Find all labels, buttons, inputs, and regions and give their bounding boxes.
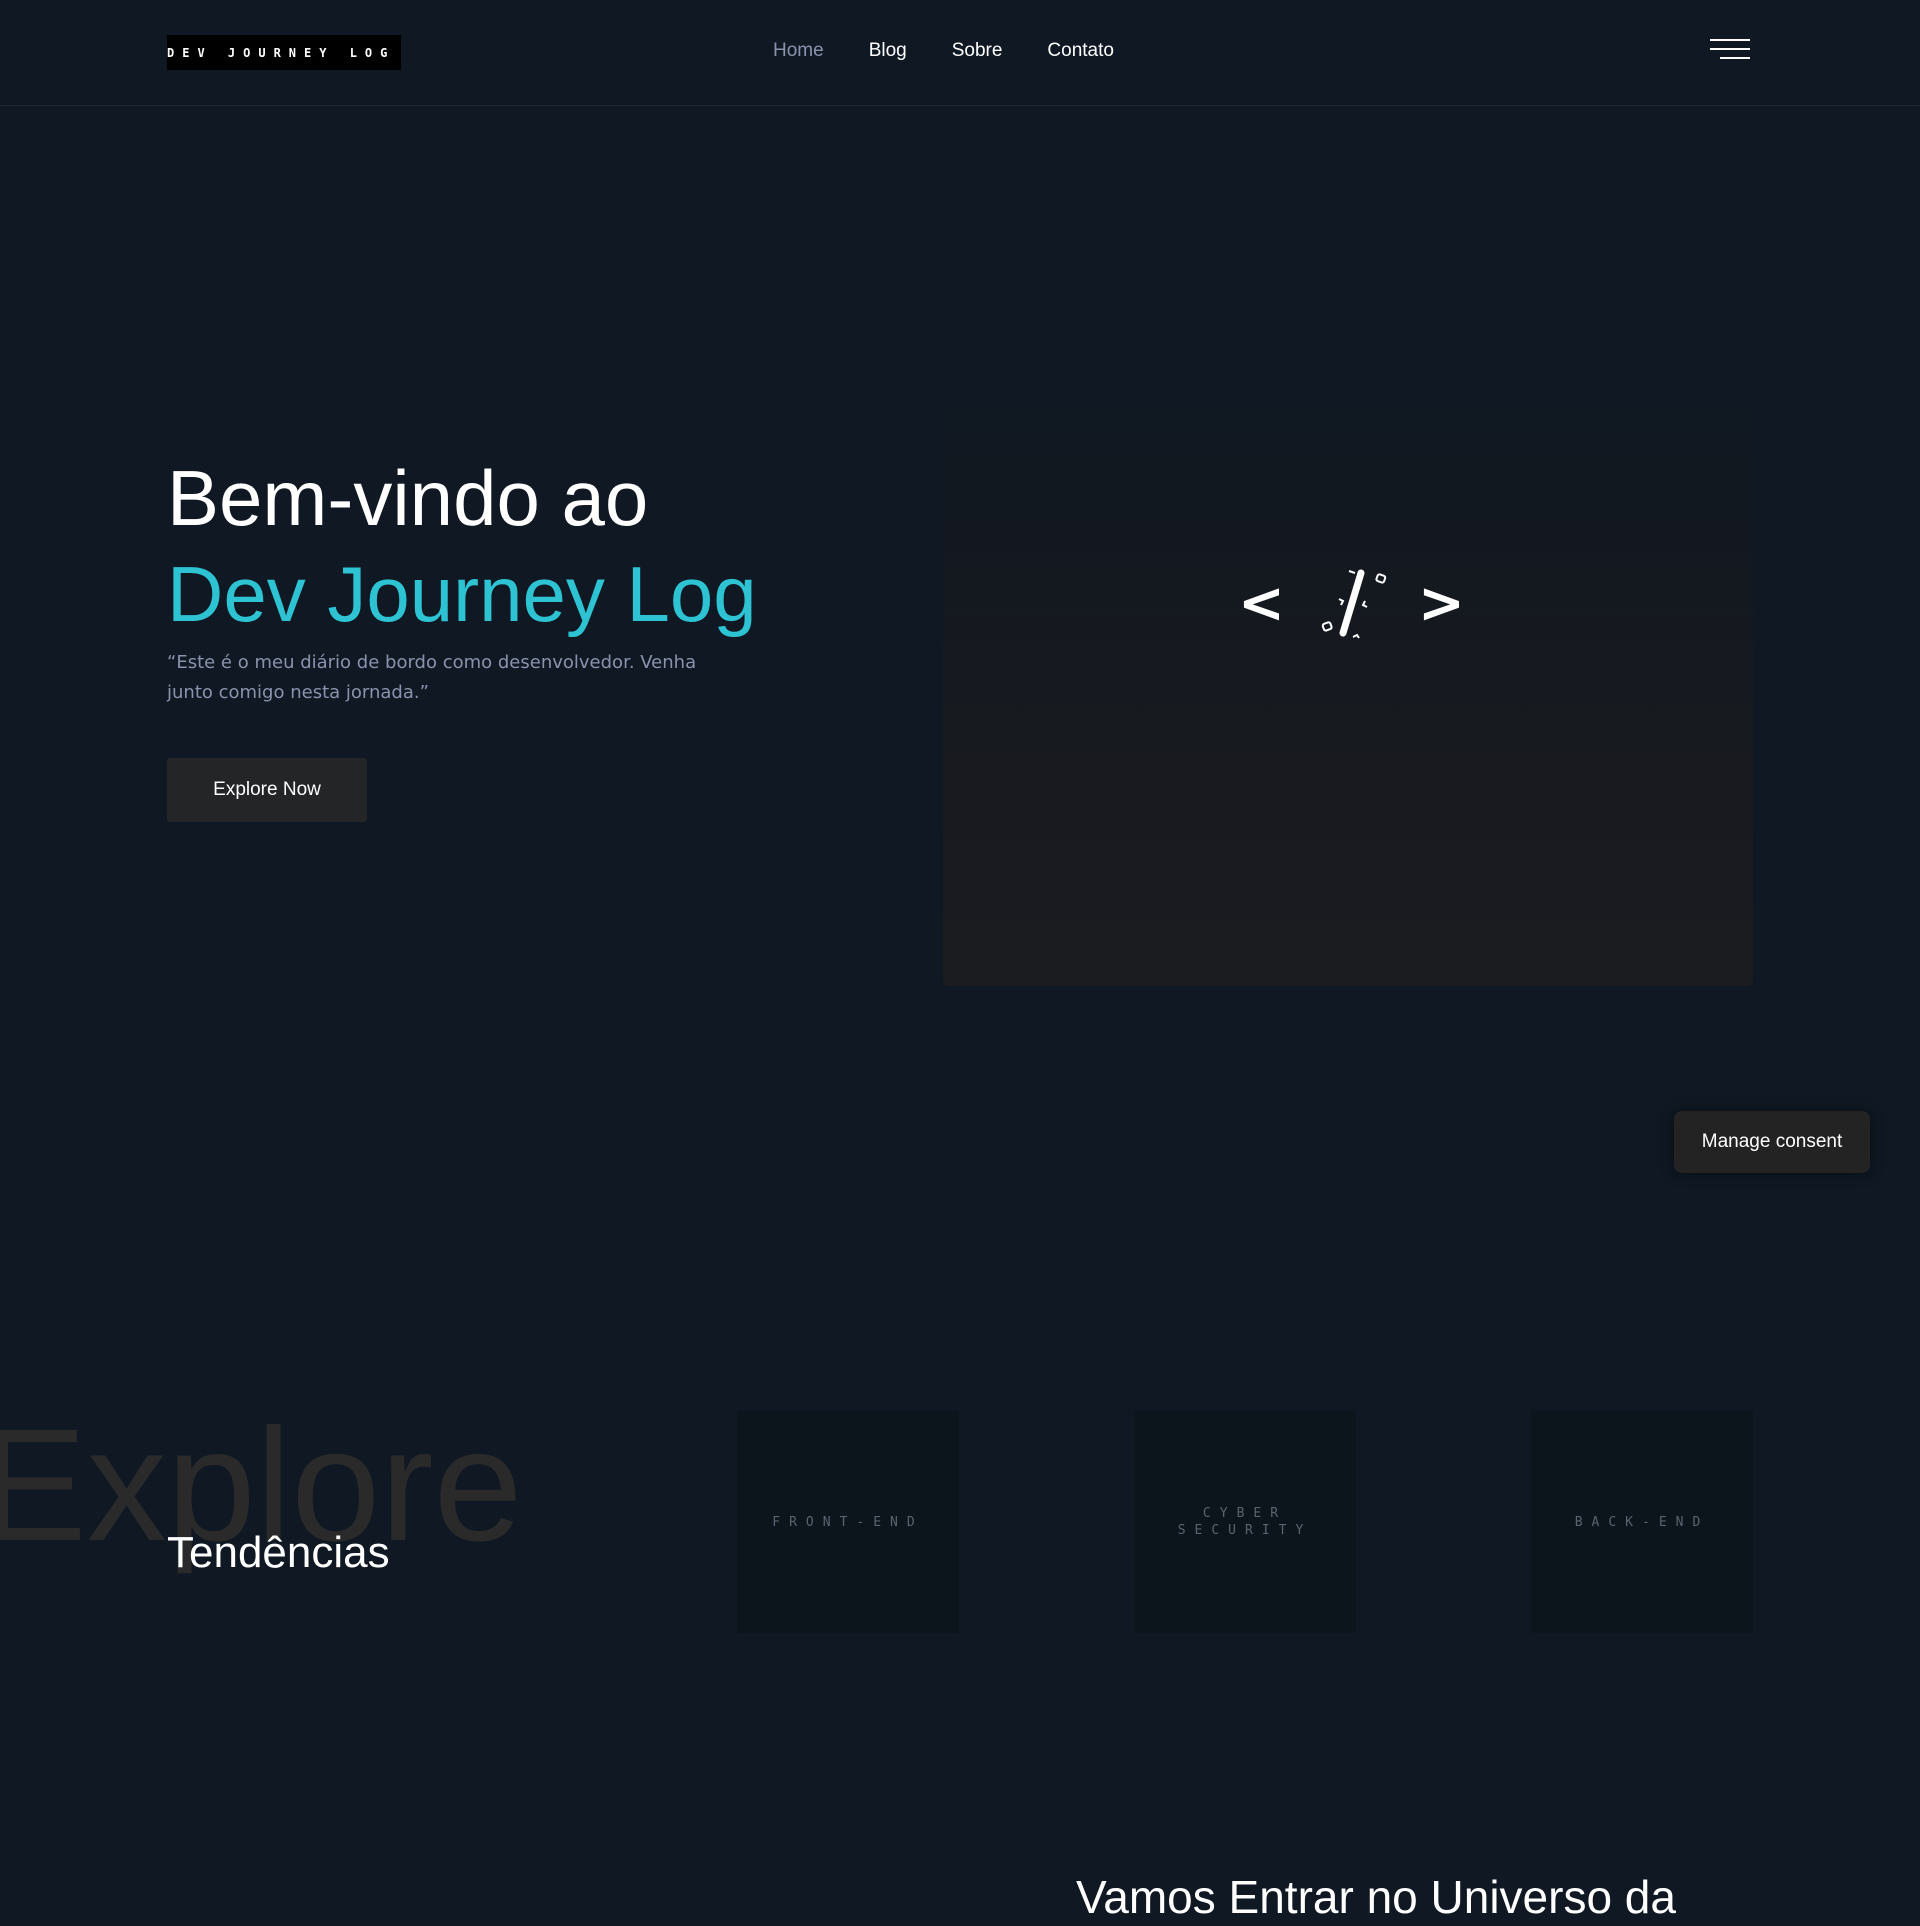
trends-title: Tendências <box>167 1528 390 1577</box>
hamburger-menu-icon[interactable] <box>1710 39 1750 61</box>
manage-consent-button[interactable]: Manage consent <box>1674 1111 1870 1173</box>
hero-quote: “Este é o meu diário de bordo como desen… <box>167 652 697 703</box>
section-title: Vamos Entrar no Universo da <box>1076 1871 1676 1923</box>
greater-than-glyph: > <box>1418 571 1465 636</box>
nav-link-sobre[interactable]: Sobre <box>952 38 1003 64</box>
category-card-back-end[interactable]: BACK-END <box>1531 1411 1753 1633</box>
site-header: DEV JOURNEY LOG Home Blog Sobre Contato <box>0 0 1920 106</box>
nav-link-contato[interactable]: Contato <box>1047 38 1114 64</box>
category-card-label: CYBER SECURITY <box>1177 1506 1313 1538</box>
explore-now-button[interactable]: Explore Now <box>167 758 367 822</box>
category-card-cyber-security[interactable]: CYBER SECURITY <box>1134 1411 1356 1633</box>
category-card-label: FRONT-END <box>772 1514 924 1530</box>
code-slash-icon <box>1321 569 1387 639</box>
logo-text: DEV JOURNEY LOG <box>167 45 396 60</box>
category-card-label: BACK-END <box>1574 1514 1710 1530</box>
category-card-front-end[interactable]: FRONT-END <box>737 1411 959 1633</box>
hero-visual: < > <box>943 406 1753 986</box>
main-nav: Home Blog Sobre Contato <box>773 38 1114 64</box>
nav-link-blog[interactable]: Blog <box>869 38 907 64</box>
less-than-glyph: < <box>1238 571 1285 636</box>
hero-title: Bem-vindo ao <box>167 454 649 542</box>
nav-link-home[interactable]: Home <box>773 38 824 64</box>
site-logo[interactable]: DEV JOURNEY LOG <box>167 35 401 70</box>
hero-title-highlight: Dev Journey Log <box>167 550 757 638</box>
